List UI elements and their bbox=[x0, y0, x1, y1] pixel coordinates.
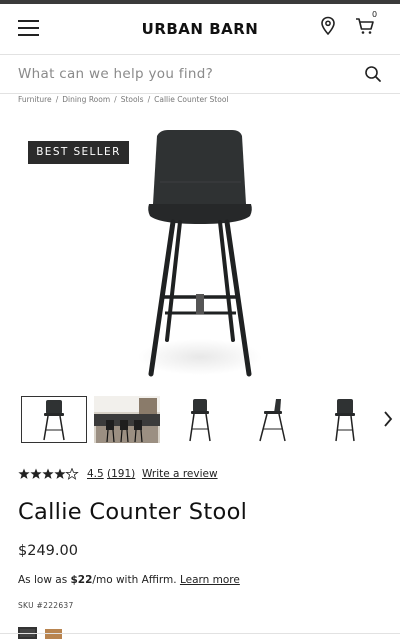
breadcrumb-link-furniture[interactable]: Furniture bbox=[18, 95, 52, 104]
thumbnail-strip bbox=[0, 394, 400, 446]
cart-icon[interactable] bbox=[355, 16, 375, 36]
search-input[interactable] bbox=[18, 61, 348, 87]
site-header: URBAN BARN 0 bbox=[0, 4, 400, 55]
star-icon bbox=[30, 468, 42, 479]
site-logo[interactable]: URBAN BARN bbox=[0, 20, 400, 38]
breadcrumb-separator: / bbox=[114, 95, 117, 104]
product-sku: SKU #222637 bbox=[18, 601, 74, 610]
thumbnail-lifestyle[interactable] bbox=[94, 396, 160, 443]
search-icon[interactable] bbox=[364, 65, 382, 83]
best-seller-badge: BEST SELLER bbox=[28, 141, 129, 164]
star-icon bbox=[18, 468, 30, 479]
star-icon bbox=[42, 468, 54, 479]
breadcrumb-current: Callie Counter Stool bbox=[154, 95, 229, 104]
learn-more-link[interactable]: Learn more bbox=[180, 574, 240, 586]
location-pin-icon[interactable] bbox=[320, 16, 336, 36]
cart-count-badge: 0 bbox=[372, 10, 378, 19]
thumbnail-angle[interactable] bbox=[167, 396, 233, 443]
product-title: Callie Counter Stool bbox=[18, 499, 248, 525]
thumbnail-side[interactable] bbox=[240, 396, 306, 443]
thumbnail-front[interactable] bbox=[21, 396, 87, 443]
breadcrumb: Furniture / Dining Room / Stools / Callie Coun… bbox=[18, 95, 229, 104]
breadcrumb-separator: / bbox=[147, 95, 151, 104]
star-icon bbox=[65, 468, 79, 480]
affirm-financing: As low as $22/mo with Affirm. Learn more bbox=[18, 574, 240, 586]
rating-stars bbox=[18, 468, 79, 480]
star-icon bbox=[54, 468, 66, 479]
affirm-amount: $22 bbox=[70, 574, 93, 586]
thumbnail-back[interactable] bbox=[312, 396, 378, 443]
breadcrumb-separator: / bbox=[55, 95, 59, 104]
breadcrumb-link-stools[interactable]: Stools bbox=[121, 95, 144, 104]
rating-value[interactable]: 4.5 bbox=[87, 468, 104, 480]
review-count-link[interactable]: (191) bbox=[107, 468, 135, 480]
affirm-prefix: As low as bbox=[18, 574, 71, 586]
color-swatch-tan[interactable] bbox=[45, 629, 62, 639]
breadcrumb-link-dining-room[interactable]: Dining Room bbox=[62, 95, 110, 104]
affirm-suffix: /mo with Affirm. bbox=[92, 574, 177, 586]
divider bbox=[0, 633, 400, 634]
write-review-link[interactable]: Write a review bbox=[142, 468, 218, 480]
search-bar bbox=[0, 55, 400, 94]
chevron-right-icon[interactable] bbox=[382, 410, 394, 428]
product-price: $249.00 bbox=[18, 543, 78, 559]
